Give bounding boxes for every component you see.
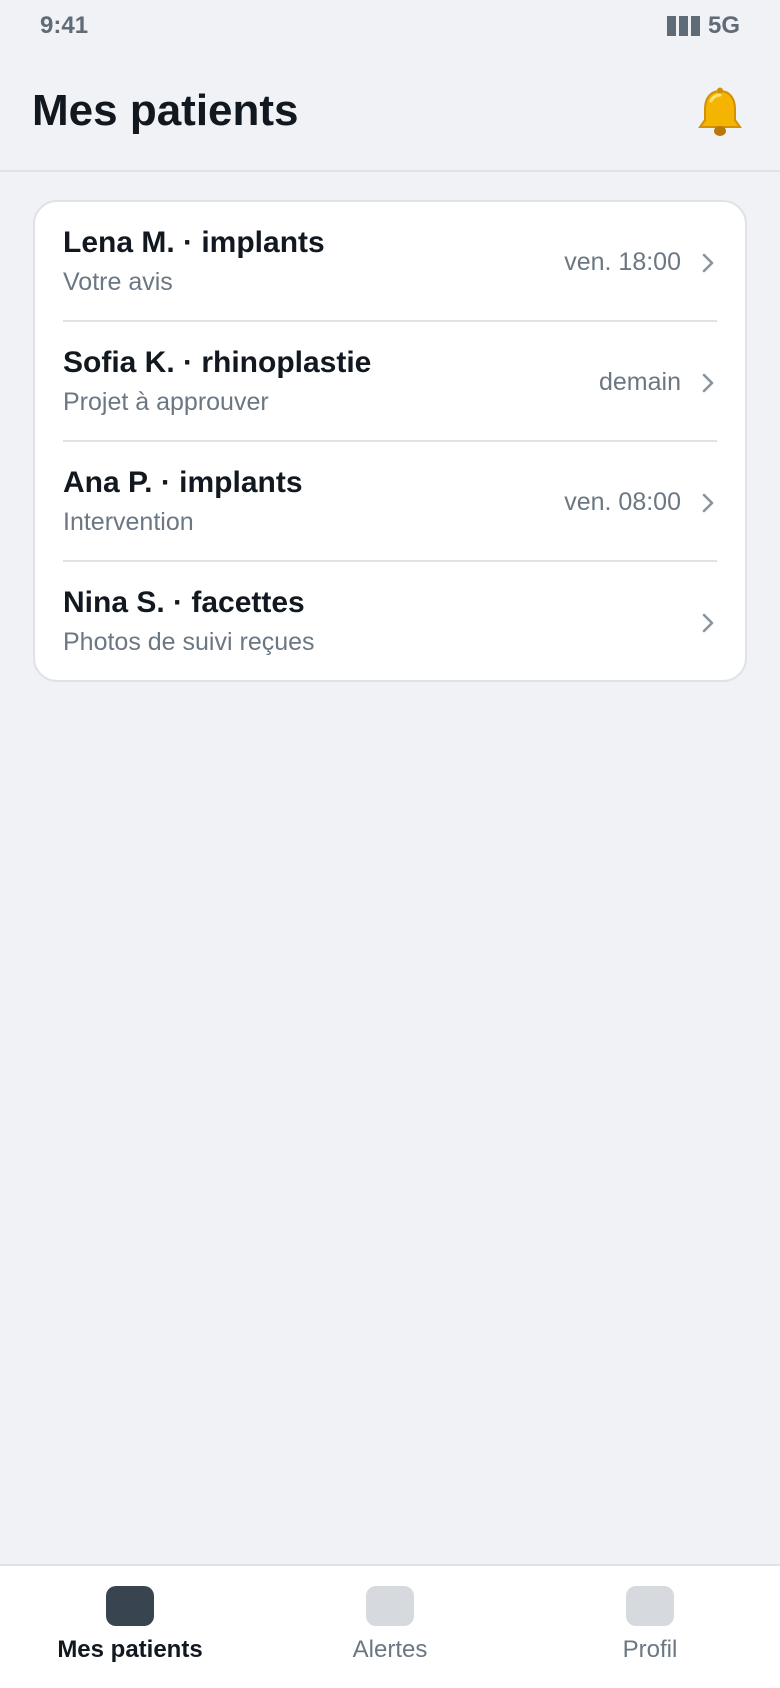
alerts-tab-icon: [366, 1586, 414, 1626]
app-screen: 9:41 5G Mes patients Lena M. · implants …: [0, 0, 780, 1688]
chevron-right-icon: [702, 493, 714, 513]
page-title: Mes patients: [32, 86, 299, 135]
tab-bar: Mes patients Alertes Profil: [0, 1564, 780, 1688]
patient-name: Sofia K. · rhinoplastie: [63, 346, 372, 379]
patient-name: Lena M. · implants: [63, 226, 325, 259]
notifications-button[interactable]: [690, 82, 750, 142]
patient-time: demain: [599, 368, 681, 396]
signal-bars-icon: [666, 16, 700, 36]
tab-alertes[interactable]: Alertes: [260, 1566, 520, 1688]
tab-profil[interactable]: Profil: [520, 1566, 780, 1688]
patient-row-lena[interactable]: Lena M. · implants Votre avis ven. 18:00: [35, 202, 745, 322]
patients-tab-icon: [106, 1586, 154, 1626]
network-label: 5G: [707, 12, 740, 39]
tab-mes-patients[interactable]: Mes patients: [0, 1566, 260, 1688]
patient-name: Ana P. · implants: [63, 466, 303, 499]
tab-label: Profil: [622, 1636, 678, 1663]
patient-row-ana[interactable]: Ana P. · implants Intervention ven. 08:0…: [35, 442, 745, 562]
patient-list: Lena M. · implants Votre avis ven. 18:00…: [33, 200, 747, 682]
patient-status: Intervention: [63, 508, 194, 536]
status-time: 9:41: [40, 12, 89, 39]
status-bar: 9:41 5G: [0, 0, 780, 52]
patient-row-sofia[interactable]: Sofia K. · rhinoplastie Projet à approuv…: [35, 322, 745, 442]
status-indicators: 5G: [666, 12, 740, 40]
patient-status: Projet à approuver: [63, 388, 269, 416]
chevron-right-icon: [702, 613, 714, 633]
profile-tab-icon: [626, 1586, 674, 1626]
page-header: Mes patients: [0, 52, 780, 172]
patient-status: Votre avis: [63, 268, 173, 296]
bell-icon: [698, 87, 742, 136]
patient-time: ven. 08:00: [564, 488, 681, 516]
chevron-right-icon: [702, 373, 714, 393]
patient-status: Photos de suivi reçues: [63, 628, 315, 656]
tab-label: Mes patients: [57, 1636, 203, 1663]
tab-label: Alertes: [352, 1636, 428, 1663]
patient-name: Nina S. · facettes: [63, 586, 305, 619]
patient-row-nina[interactable]: Nina S. · facettes Photos de suivi reçue…: [35, 562, 745, 680]
patient-time: ven. 18:00: [564, 248, 681, 276]
chevron-right-icon: [702, 253, 714, 273]
